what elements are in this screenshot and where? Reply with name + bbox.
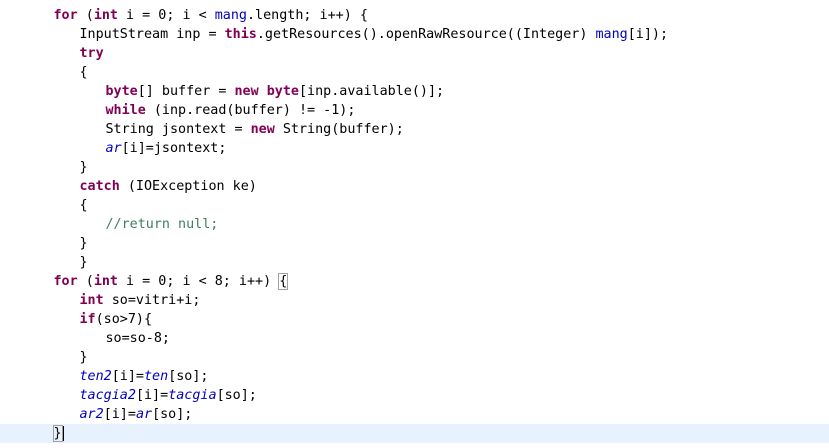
code-token: mang <box>214 8 247 23</box>
code-token: .length; i++) { <box>247 8 368 23</box>
code-token: [i]= <box>135 388 169 403</box>
code-line[interactable]: { <box>80 196 88 215</box>
code-token: for <box>53 8 78 23</box>
code-line[interactable]: byte[] buffer = new byte[inp.available()… <box>106 82 445 101</box>
code-line[interactable]: int so=vitri+i; <box>80 291 201 310</box>
code-token: while <box>105 103 146 118</box>
code-line[interactable]: String jsontext = new String(buffer); <box>106 120 404 139</box>
code-token: [so]; <box>168 369 209 384</box>
code-line[interactable]: { <box>80 63 88 82</box>
code-token: if <box>79 312 96 327</box>
code-line[interactable]: while (inp.read(buffer) != -1); <box>106 101 356 120</box>
code-token: tacgia2 <box>79 388 136 403</box>
code-line[interactable]: tacgia2[i]=tacgia[so]; <box>80 386 257 405</box>
code-token: byte <box>266 84 299 99</box>
code-token: [i]= <box>111 369 144 384</box>
code-token: so=so-8; <box>105 331 171 346</box>
code-token: { <box>278 273 289 290</box>
code-token: (so>7){ <box>95 312 153 327</box>
code-token: (inp.read(buffer) != -1); <box>145 103 356 118</box>
code-token: (IOException ke) <box>119 179 257 194</box>
code-line[interactable]: } <box>80 253 88 272</box>
code-token: new <box>250 122 275 137</box>
code-token: ( <box>77 8 94 23</box>
code-token: for <box>53 274 78 289</box>
code-token: mang <box>595 27 628 42</box>
code-token: catch <box>79 179 120 194</box>
code-token: } <box>79 255 88 270</box>
code-line[interactable]: ar2[i]=ar[so]; <box>80 405 193 424</box>
code-line[interactable]: //return null; <box>106 215 219 234</box>
code-line[interactable]: for (int i = 0; i < mang.length; i++) { <box>54 6 368 25</box>
code-line[interactable]: } <box>80 348 88 367</box>
code-token: } <box>52 425 63 442</box>
code-line[interactable]: ar[i]=jsontext; <box>106 139 227 158</box>
current-line-highlight <box>0 424 829 443</box>
code-token: ar <box>135 407 153 422</box>
code-token: InputStream inp = <box>79 27 225 42</box>
code-token: [so]; <box>216 388 257 403</box>
code-token: ar <box>105 141 122 156</box>
code-token: { <box>79 198 88 213</box>
code-token: [so]; <box>152 407 193 422</box>
code-token: so=vitri+i; <box>103 293 201 308</box>
code-token: } <box>79 350 88 365</box>
code-token: String jsontext = <box>105 122 251 137</box>
code-token: this <box>224 27 257 42</box>
code-line[interactable]: if(so>7){ <box>80 310 153 329</box>
code-token: [inp.available()]; <box>299 84 445 99</box>
code-line[interactable]: try <box>80 44 104 63</box>
code-line[interactable]: } <box>52 424 64 443</box>
code-token: String(buffer); <box>274 122 404 137</box>
code-token: new <box>234 84 259 99</box>
code-token: [i]); <box>627 27 669 42</box>
code-token: ten2 <box>79 369 112 384</box>
text-caret <box>62 425 64 441</box>
code-line[interactable]: for (int i = 0; i < 8; i++) { <box>53 272 289 291</box>
code-line[interactable]: so=so-8; <box>106 329 171 348</box>
code-token: { <box>79 65 88 80</box>
code-token: i = 0; i < <box>118 8 215 23</box>
code-token: .getResources().openRawResource((Integer… <box>256 27 596 42</box>
code-token: ten <box>144 369 169 384</box>
code-line[interactable]: InputStream inp = this.getResources().op… <box>80 25 669 44</box>
code-line[interactable]: } <box>80 234 88 253</box>
code-token: [i]=jsontext; <box>121 141 227 156</box>
code-token: tacgia <box>168 388 217 403</box>
code-token: byte <box>105 84 138 99</box>
code-token: int <box>93 274 118 289</box>
code-token: [i]= <box>103 407 136 422</box>
code-token: int <box>93 8 118 23</box>
code-line[interactable]: ten2[i]=ten[so]; <box>80 367 209 386</box>
code-token: ( <box>77 274 94 289</box>
code-token: int <box>79 293 104 308</box>
code-token: ar2 <box>79 407 104 422</box>
code-token: } <box>79 160 88 175</box>
code-token: try <box>79 46 104 61</box>
code-line[interactable]: } <box>80 158 88 177</box>
code-token: //return null; <box>105 217 219 232</box>
code-token: i = 0; i < 8; i++) <box>118 274 280 289</box>
code-token: [] buffer = <box>137 84 235 99</box>
code-editor[interactable]: for (int i = 0; i < mang.length; i++) {I… <box>0 0 829 448</box>
code-token: } <box>79 236 88 251</box>
code-line[interactable]: catch (IOException ke) <box>80 177 257 196</box>
